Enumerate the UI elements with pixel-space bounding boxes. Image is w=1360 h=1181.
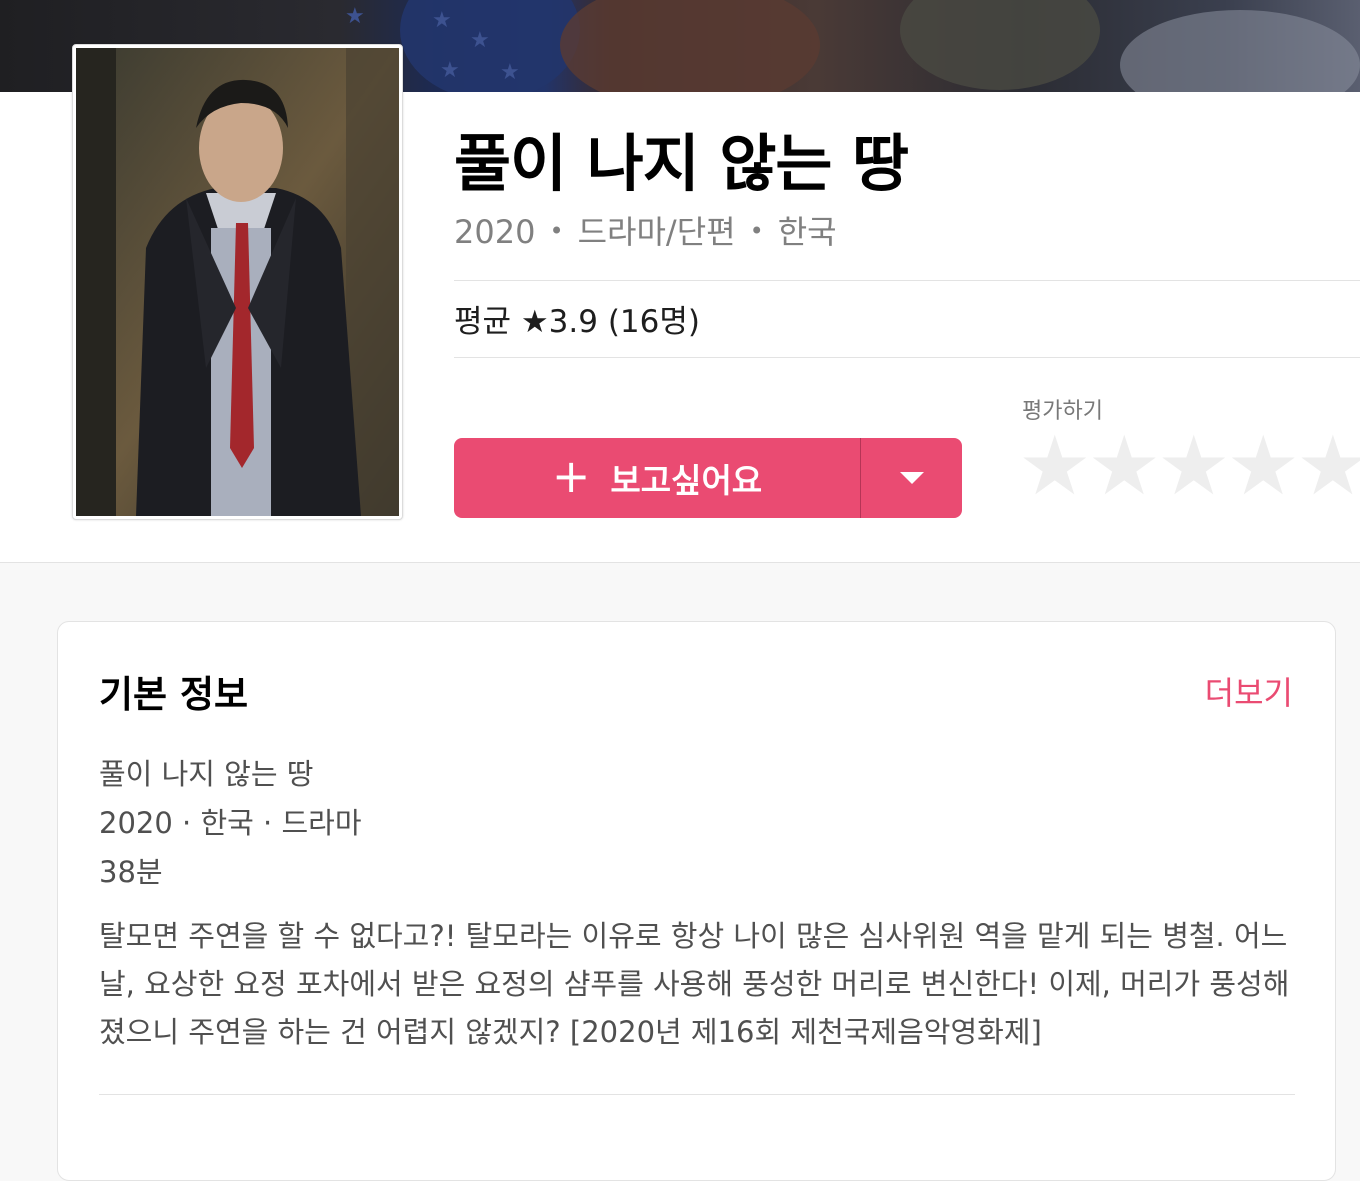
basic-info-card: 기본 정보 더보기 풀이 나지 않는 땅 2020 · 한국 · 드라마 38분… bbox=[57, 621, 1336, 1181]
star-rating-input[interactable]: ★★★★★ bbox=[1018, 424, 1360, 510]
info-title: 풀이 나지 않는 땅 bbox=[99, 757, 314, 791]
star-icon[interactable]: ★ bbox=[1157, 424, 1231, 510]
meta-separator: • bbox=[549, 217, 564, 245]
star-icon[interactable]: ★ bbox=[1018, 424, 1092, 510]
average-rating: 평균 ★3.9 (16명) bbox=[454, 304, 700, 340]
info-meta: 2020 · 한국 · 드라마 bbox=[99, 806, 362, 840]
divider bbox=[454, 357, 1360, 358]
info-runtime: 38분 bbox=[99, 855, 163, 889]
want-to-watch-button-group: + 보고싶어요 bbox=[454, 438, 962, 518]
movie-meta: 2020 • 드라마/단편 • 한국 bbox=[454, 210, 837, 257]
section-title: 기본 정보 bbox=[99, 673, 249, 716]
want-to-watch-label: 보고싶어요 bbox=[610, 461, 763, 500]
more-link[interactable]: 더보기 bbox=[1205, 668, 1293, 714]
star-icon[interactable]: ★ bbox=[1227, 424, 1301, 510]
synopsis: 탈모면 주연을 할 수 없다고?! 탈모라는 이유로 항상 나이 많은 심사위원… bbox=[99, 919, 1290, 1049]
rate-label: 평가하기 bbox=[1022, 399, 1103, 424]
divider bbox=[454, 280, 1360, 281]
plus-icon: + bbox=[551, 449, 591, 503]
want-dropdown-button[interactable] bbox=[861, 438, 962, 518]
divider bbox=[99, 1094, 1295, 1095]
meta-separator: • bbox=[749, 217, 764, 245]
star-icon[interactable]: ★ bbox=[1296, 424, 1360, 510]
star-icon[interactable]: ★ bbox=[1088, 424, 1162, 510]
movie-title: 풀이 나지 않는 땅 bbox=[454, 127, 909, 200]
movie-poster bbox=[72, 44, 403, 520]
movie-year: 2020 bbox=[454, 213, 536, 251]
movie-country: 한국 bbox=[777, 213, 837, 251]
caret-down-icon bbox=[899, 472, 924, 484]
want-to-watch-button[interactable]: + 보고싶어요 bbox=[454, 438, 860, 518]
movie-genre: 드라마/단편 bbox=[577, 213, 736, 251]
